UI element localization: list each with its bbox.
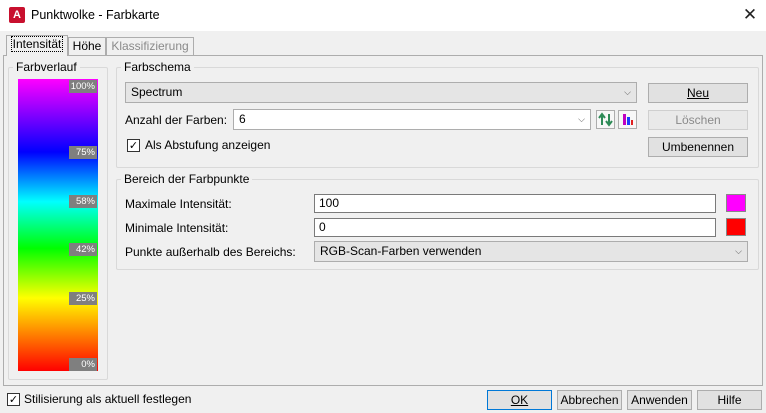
window-title: Punktwolke - Farbkarte [31,8,160,22]
color-count-select[interactable]: 6 ⌵ [233,109,591,130]
new-scheme-button-label: Neu [686,86,709,100]
gradient-stop-label: 42% [69,243,97,256]
show-steps-checkbox[interactable]: ✓ [127,139,140,152]
chevron-down-icon: ⌵ [624,87,631,97]
show-steps-label: Als Abstufung anzeigen [145,138,271,152]
cancel-button[interactable]: Abbrechen [557,390,622,410]
min-color-swatch[interactable] [726,218,746,236]
min-intensity-label: Minimale Intensität: [125,221,229,235]
delete-scheme-button-label: Löschen [675,113,721,127]
color-gradient-bar [18,79,98,371]
delete-scheme-button[interactable]: Löschen [648,110,748,130]
tab-intensitaet[interactable]: Intensität [6,35,68,56]
max-color-swatch[interactable] [726,194,746,212]
stylize-current-checkbox[interactable]: ✓ [7,393,20,406]
color-bars-icon [623,114,633,125]
min-intensity-input[interactable]: 0 [314,218,716,237]
outside-range-select[interactable]: RGB-Scan-Farben verwenden ⌵ [314,241,748,262]
gradient-stop-label: 58% [69,195,97,208]
checkmark-icon: ✓ [8,394,19,406]
swap-order-button[interactable] [596,110,615,129]
help-button-label: Hilfe [717,393,742,407]
chevron-down-icon: ⌵ [578,114,585,124]
rename-scheme-button-label: Umbenennen [661,140,735,154]
new-scheme-button[interactable]: Neu [648,83,748,103]
color-count-label: Anzahl der Farben: [125,113,228,127]
autocad-app-icon: A [9,7,25,23]
edit-colors-button[interactable] [618,110,637,129]
gradient-stop-label: 0% [69,358,97,371]
ok-button-label: OK [510,393,529,407]
apply-button[interactable]: Anwenden [627,390,692,410]
help-button[interactable]: Hilfe [697,390,762,410]
outside-range-label: Punkte außerhalb des Bereichs: [125,245,296,259]
tab-hoehe-label: Höhe [72,39,102,53]
close-icon[interactable]: ✕ [738,3,762,27]
tab-intensitaet-label: Intensität [10,36,64,52]
gradient-stop-label: 100% [69,80,97,93]
tab-hoehe[interactable]: Höhe [68,37,106,55]
max-intensity-input[interactable]: 100 [314,194,716,213]
color-range-group-title: Bereich der Farbpunkte [121,172,253,186]
color-scheme-value: Spectrum [131,85,183,99]
gradient-stop-label: 25% [69,292,97,305]
gradient-stop-label: 75% [69,146,97,159]
outside-range-value: RGB-Scan-Farben verwenden [320,244,482,258]
tab-klassifizierung[interactable]: Klassifizierung [106,37,194,55]
stylize-current-label: Stilisierung als aktuell festlegen [24,392,192,406]
color-scheme-select[interactable]: Spectrum ⌵ [125,82,637,103]
gradient-group-title: Farbverlauf [13,60,80,74]
chevron-down-icon: ⌵ [735,246,742,256]
rename-scheme-button[interactable]: Umbenennen [648,137,748,157]
checkmark-icon: ✓ [128,140,139,152]
tab-klassifizierung-label: Klassifizierung [111,39,189,53]
apply-button-label: Anwenden [631,393,688,407]
swap-arrows-icon [598,112,613,127]
color-scheme-group-title: Farbschema [121,60,194,74]
max-intensity-label: Maximale Intensität: [125,197,232,211]
cancel-button-label: Abbrechen [560,393,619,407]
color-count-value: 6 [239,112,246,126]
ok-button[interactable]: OK [487,390,552,410]
